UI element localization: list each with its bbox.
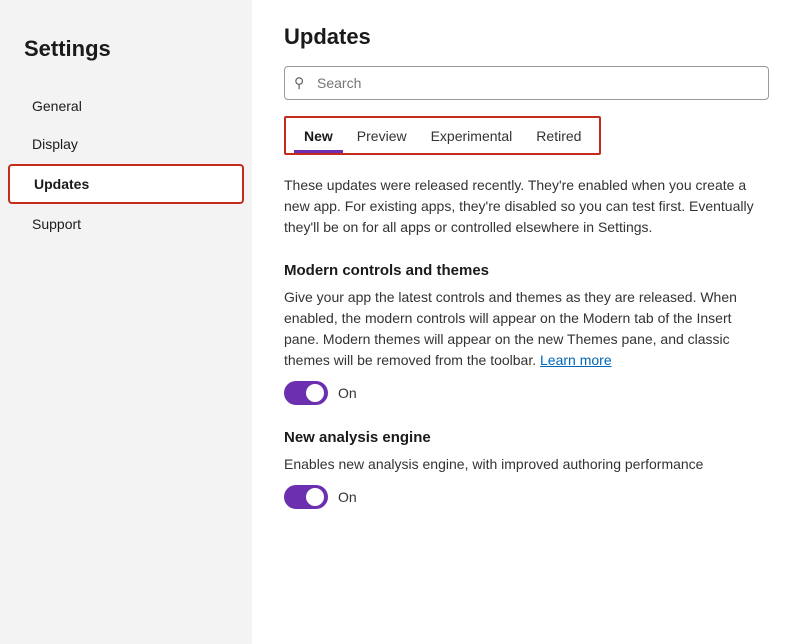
feature-modern-controls-title: Modern controls and themes <box>284 262 769 279</box>
sidebar-item-support[interactable]: Support <box>8 206 244 242</box>
sidebar-item-display[interactable]: Display <box>8 126 244 162</box>
sidebar-item-label: Display <box>32 136 78 152</box>
main-content: Updates ⚲ New Preview Experimental Retir… <box>252 0 801 644</box>
feature-analysis-engine: New analysis engine Enables new analysis… <box>284 429 769 509</box>
tabs-container: New Preview Experimental Retired <box>284 116 601 155</box>
toggle-row-modern-controls: On <box>284 381 769 405</box>
toggle-thumb-2 <box>306 488 324 506</box>
feature-modern-controls: Modern controls and themes Give your app… <box>284 262 769 405</box>
toggle-label-modern-controls: On <box>338 385 357 401</box>
toggle-track-2 <box>284 485 328 509</box>
toggle-thumb <box>306 384 324 402</box>
toggle-label-analysis-engine: On <box>338 489 357 505</box>
app-title: Settings <box>0 20 252 86</box>
learn-more-link[interactable]: Learn more <box>540 352 612 368</box>
updates-description: These updates were released recently. Th… <box>284 175 769 238</box>
feature-analysis-engine-title: New analysis engine <box>284 429 769 446</box>
tab-retired[interactable]: Retired <box>526 122 591 153</box>
sidebar-item-label: Support <box>32 216 81 232</box>
toggle-track <box>284 381 328 405</box>
feature-modern-controls-description: Give your app the latest controls and th… <box>284 287 769 371</box>
tab-new[interactable]: New <box>294 122 343 153</box>
sidebar-item-label: General <box>32 98 82 114</box>
sidebar-item-updates[interactable]: Updates <box>8 164 244 204</box>
sidebar-item-general[interactable]: General <box>8 88 244 124</box>
toggle-modern-controls[interactable] <box>284 381 328 405</box>
toggle-analysis-engine[interactable] <box>284 485 328 509</box>
tab-preview[interactable]: Preview <box>347 122 417 153</box>
tab-experimental[interactable]: Experimental <box>421 122 523 153</box>
page-title: Updates <box>284 24 769 50</box>
search-icon: ⚲ <box>294 75 304 92</box>
search-container: ⚲ <box>284 66 769 100</box>
toggle-row-analysis-engine: On <box>284 485 769 509</box>
sidebar-item-label: Updates <box>34 176 89 192</box>
search-input[interactable] <box>284 66 769 100</box>
feature-analysis-engine-description: Enables new analysis engine, with improv… <box>284 454 769 475</box>
sidebar: Settings General Display Updates Support <box>0 0 252 644</box>
